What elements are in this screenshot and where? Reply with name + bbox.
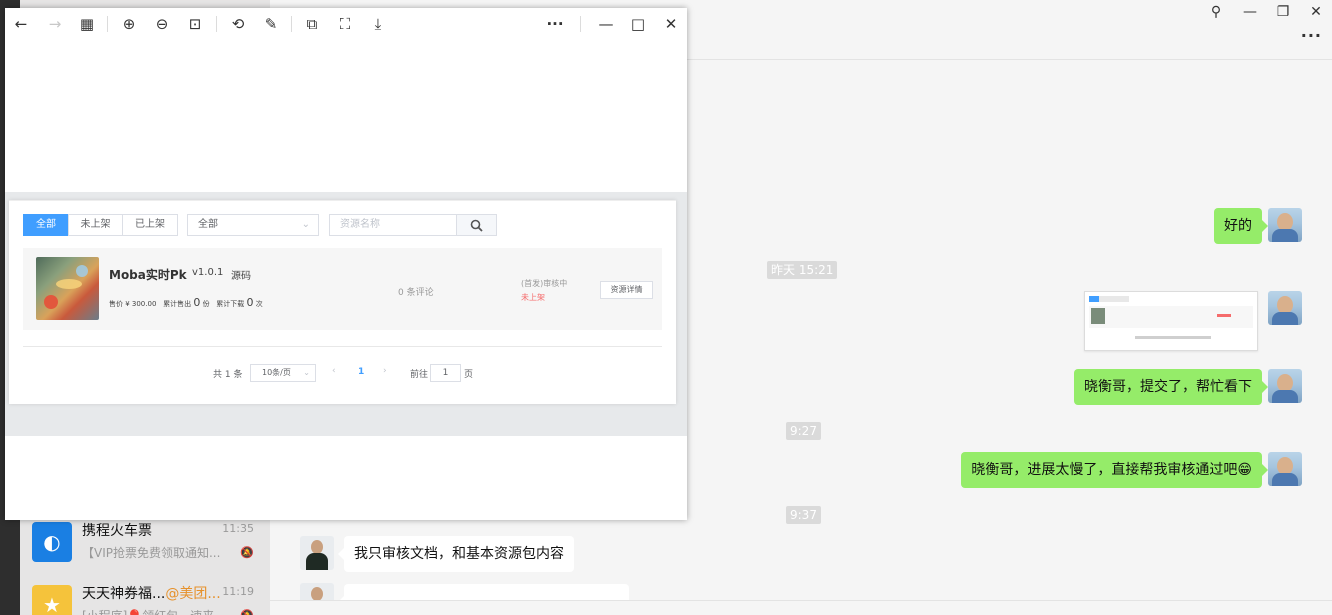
resource-detail-button[interactable]: 资源详情 xyxy=(600,281,653,299)
message-bubble-mine[interactable]: 好的 xyxy=(1214,208,1268,244)
goto-unit: 页 xyxy=(464,370,474,380)
maximize-button[interactable]: □ xyxy=(628,14,648,34)
mascot-icon: ★ xyxy=(32,585,72,615)
time-divider: 9:27 xyxy=(786,422,821,440)
search-icon xyxy=(470,219,483,232)
zoom-in-icon[interactable]: ⊕ xyxy=(119,14,139,34)
time-divider: 昨天 15:21 xyxy=(767,261,838,279)
avatar[interactable] xyxy=(1268,208,1302,242)
image-viewer-window: ← → ▦ ⊕ ⊖ ⊡ ⟲ ✎ ⧉ ⛶ ⤓ ··· — □ ✕ 全部 未上架 已… xyxy=(5,8,687,520)
download-unit: 次 xyxy=(255,300,263,308)
image-message-thumbnail[interactable] xyxy=(1084,291,1258,351)
toolbar-divider xyxy=(580,16,581,32)
category-select[interactable]: 全部 ⌄ xyxy=(187,214,319,236)
grid-icon[interactable]: ▦ xyxy=(77,14,97,34)
edit-icon[interactable]: ✎ xyxy=(261,14,281,34)
toolbar-divider xyxy=(216,16,217,32)
back-arrow-icon[interactable]: ← xyxy=(11,14,31,34)
pagination: 共 1 条 10条/页 ⌄ ‹ 1 › 前往 1 页 xyxy=(9,364,676,382)
time-divider: 9:37 xyxy=(786,506,821,524)
search-button[interactable] xyxy=(456,214,497,236)
rotate-icon[interactable]: ⟲ xyxy=(228,14,248,34)
review-status: (首发)审核中 xyxy=(521,279,568,288)
sold-label: 累计售出 xyxy=(163,300,192,308)
contact-name: 天天神券福...@美团... xyxy=(82,583,221,603)
resource-thumbnail[interactable] xyxy=(36,257,99,320)
message-bubble-theirs[interactable]: 我只审核文档，和基本资源包内容 xyxy=(338,536,574,572)
search-input[interactable]: 资源名称 xyxy=(329,214,457,236)
resource-stats: 售价 ¥ 300.00 累计售出 0 份 累计下载 0 次 xyxy=(109,296,263,309)
chevron-down-icon: ⌄ xyxy=(301,219,310,230)
avatar[interactable] xyxy=(1268,452,1302,486)
page-size-value: 10条/页 xyxy=(262,368,291,377)
price-label: 售价 ¥ 300.00 xyxy=(109,300,157,308)
contact-item[interactable]: ◐ 携程火车票 11:35 【VIP抢票免费领取通知... 🔕 xyxy=(20,512,270,574)
contact-name-mention: @美团... xyxy=(165,586,221,602)
chevron-down-icon: ⌄ xyxy=(303,368,310,377)
avatar[interactable] xyxy=(1268,369,1302,403)
dolphin-icon: ◐ xyxy=(32,522,72,562)
scan-text-icon[interactable]: ⛶ xyxy=(335,14,355,34)
contact-time: 11:35 xyxy=(222,522,254,535)
resource-title[interactable]: Moba实时Pk xyxy=(109,266,187,283)
tab-listed[interactable]: 已上架 xyxy=(122,214,178,236)
toolbar-divider xyxy=(107,16,108,32)
download-icon[interactable]: ⤓ xyxy=(368,14,388,34)
sold-value: 0 xyxy=(193,296,201,309)
contact-preview: [小程序]🎈领红包，速来... xyxy=(82,607,232,615)
goto-page-input[interactable]: 1 xyxy=(430,364,461,382)
sold-unit: 份 xyxy=(202,300,210,308)
forward-arrow-icon[interactable]: → xyxy=(45,14,65,34)
resource-list-card: 全部 未上架 已上架 全部 ⌄ 资源名称 Moba实时Pk v1.0.1 源码 … xyxy=(9,200,676,404)
pin-icon[interactable]: ⚲ xyxy=(1206,2,1226,22)
contact-name-text: 天天神券福... xyxy=(82,586,166,602)
message-bubble-mine[interactable]: 晓衡哥，提交了，帮忙看下 xyxy=(1074,369,1268,405)
resource-type: 源码 xyxy=(231,271,251,282)
mute-icon: 🔕 xyxy=(240,546,254,559)
comment-count: 0 条评论 xyxy=(398,288,434,298)
avatar[interactable] xyxy=(300,536,334,570)
more-options-icon[interactable]: ··· xyxy=(545,14,565,34)
listing-status: 未上架 xyxy=(521,293,545,302)
download-label: 累计下载 xyxy=(216,300,245,308)
divider xyxy=(23,346,662,347)
chat-input-toolbar[interactable] xyxy=(270,600,1332,615)
fit-to-window-icon[interactable]: ⊡ xyxy=(185,14,205,34)
minimize-button[interactable]: — xyxy=(1240,2,1260,22)
close-button[interactable]: ✕ xyxy=(661,14,681,34)
next-page-icon[interactable]: › xyxy=(383,366,387,376)
contact-item[interactable]: ★ 天天神券福...@美团... 11:19 [小程序]🎈领红包，速来... 🔕 xyxy=(20,575,270,615)
tab-unlisted[interactable]: 未上架 xyxy=(68,214,123,236)
more-options-icon[interactable]: ··· xyxy=(1301,26,1322,45)
toolbar-divider xyxy=(291,16,292,32)
copy-icon[interactable]: ⧉ xyxy=(302,14,322,34)
contact-name: 携程火车票 xyxy=(82,523,152,539)
page-number[interactable]: 1 xyxy=(358,367,364,377)
total-count: 共 1 条 xyxy=(213,370,243,380)
restore-button[interactable]: ❐ xyxy=(1273,2,1293,22)
resource-row: Moba实时Pk v1.0.1 源码 售价 ¥ 300.00 累计售出 0 份 … xyxy=(23,248,662,330)
resource-version: v1.0.1 xyxy=(192,267,224,278)
contact-preview: 【VIP抢票免费领取通知... xyxy=(82,546,221,560)
contact-time: 11:19 xyxy=(222,585,254,598)
minimize-button[interactable]: — xyxy=(596,14,616,34)
mute-icon: 🔕 xyxy=(240,609,254,615)
close-button[interactable]: ✕ xyxy=(1306,2,1326,22)
download-value: 0 xyxy=(246,296,254,309)
zoom-out-icon[interactable]: ⊖ xyxy=(152,14,172,34)
goto-label: 前往 xyxy=(410,370,429,380)
page-size-select[interactable]: 10条/页 ⌄ xyxy=(250,364,316,382)
prev-page-icon[interactable]: ‹ xyxy=(332,366,336,376)
avatar[interactable] xyxy=(1268,291,1302,325)
category-select-value: 全部 xyxy=(198,219,218,230)
image-canvas[interactable]: 全部 未上架 已上架 全部 ⌄ 资源名称 Moba实时Pk v1.0.1 源码 … xyxy=(5,40,687,520)
tab-all[interactable]: 全部 xyxy=(23,214,69,236)
viewer-toolbar: ← → ▦ ⊕ ⊖ ⊡ ⟲ ✎ ⧉ ⛶ ⤓ ··· — □ ✕ xyxy=(5,8,687,40)
message-bubble-mine[interactable]: 晓衡哥，进展太慢了，直接帮我审核通过吧😁 xyxy=(961,452,1268,488)
